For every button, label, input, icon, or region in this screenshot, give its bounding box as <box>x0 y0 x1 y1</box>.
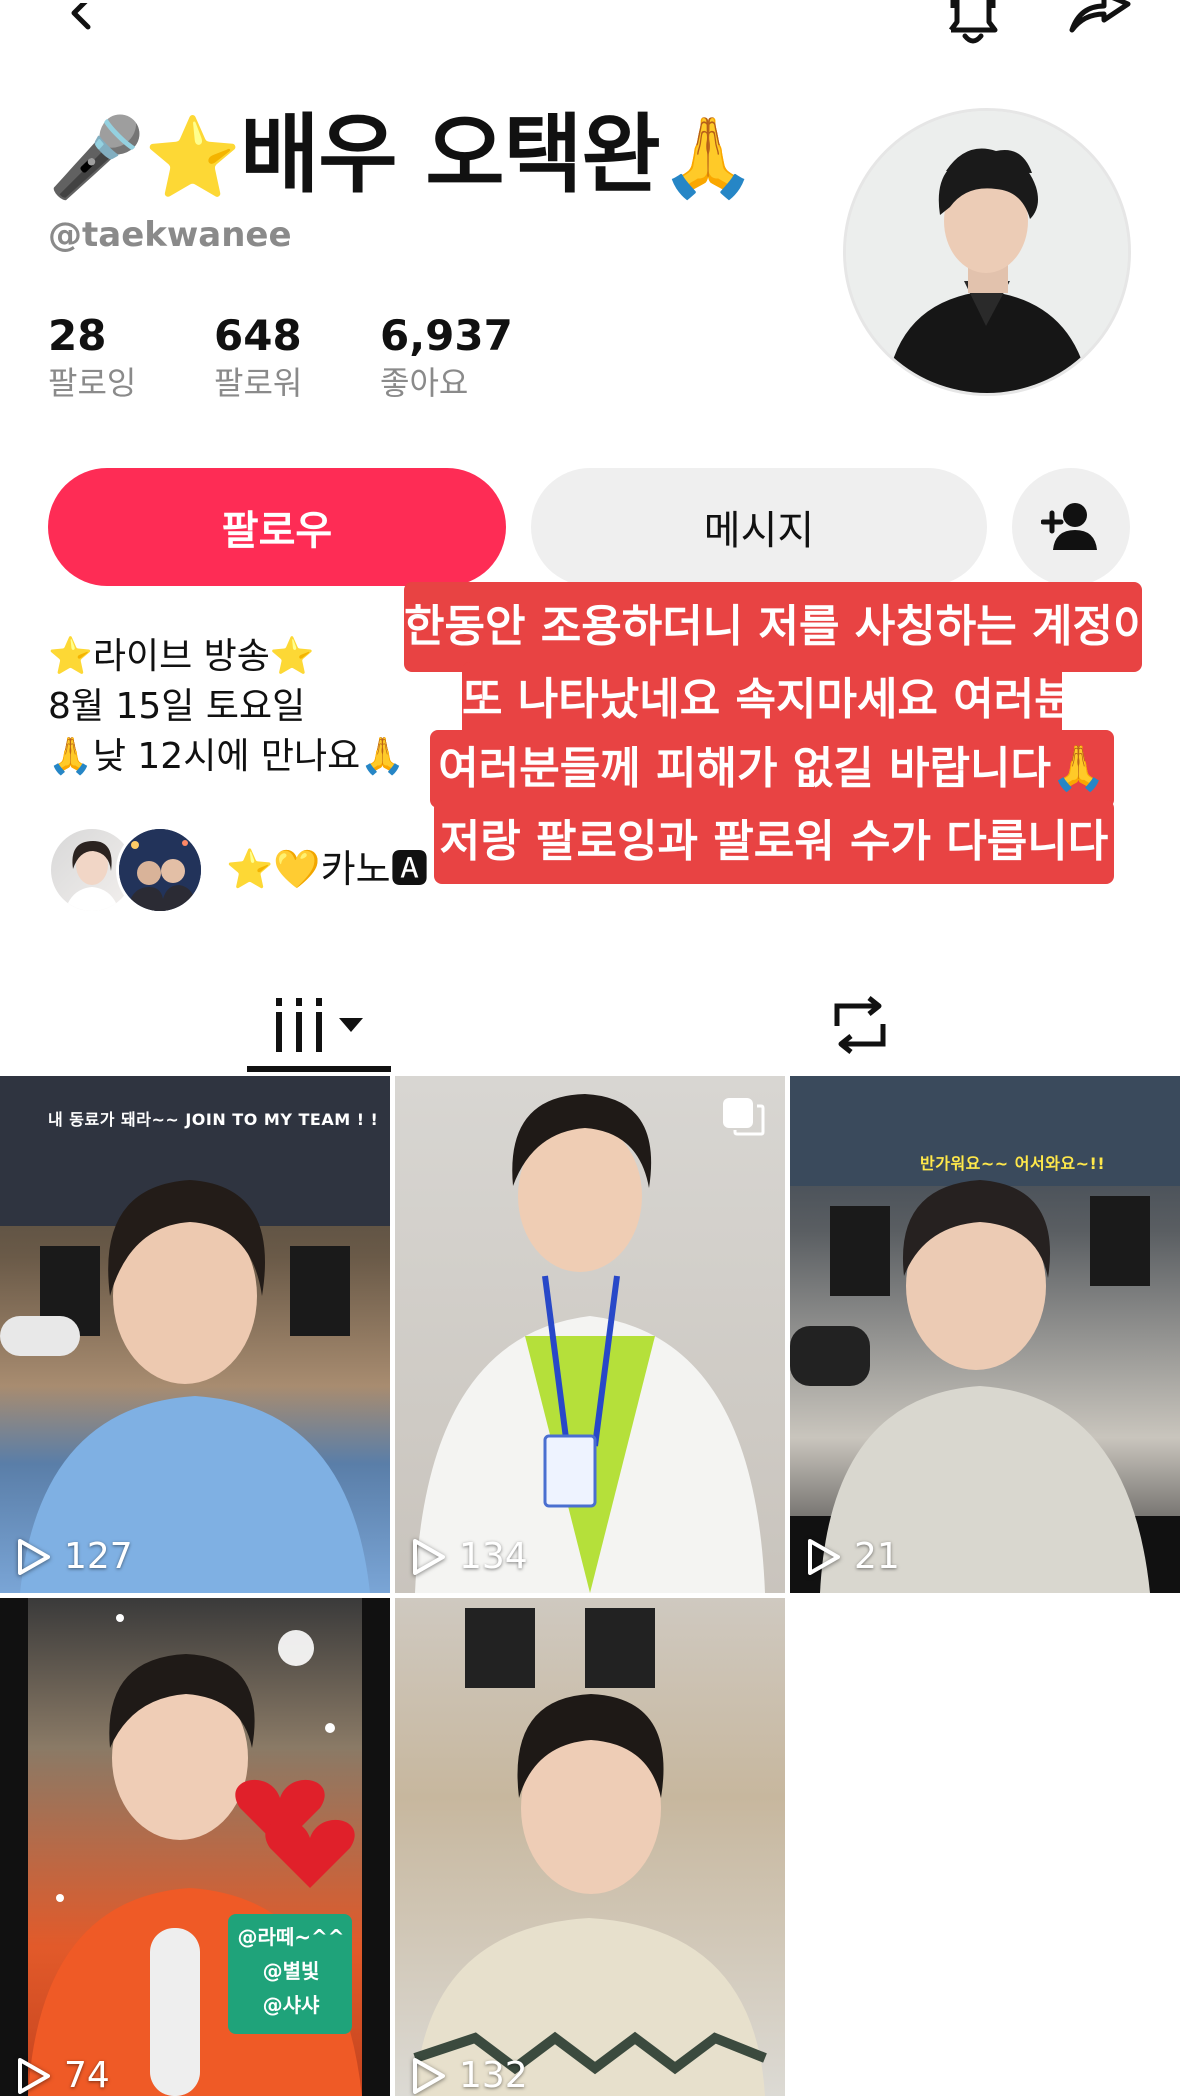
share-icon <box>1069 0 1131 33</box>
chevron-left-icon <box>71 3 91 30</box>
view-count-text: 74 <box>64 2055 110 2096</box>
notice-line: 한동안 조용하더니 저를 사칭하는 계정이 <box>404 582 1153 672</box>
video-thumbnail <box>415 1094 765 1593</box>
bell-icon <box>949 0 998 44</box>
view-count: 134 <box>411 1536 528 1577</box>
repost-icon <box>834 996 886 1054</box>
grid-columns-icon <box>276 998 322 1052</box>
likes-count: 6,937 <box>380 311 513 360</box>
view-count: 132 <box>411 2055 528 2096</box>
view-count-text: 134 <box>459 1536 528 1577</box>
view-count: 127 <box>16 1536 133 1577</box>
view-count: 74 <box>16 2055 110 2096</box>
avatar-photo <box>846 111 1128 393</box>
top-bar <box>0 0 1180 60</box>
chevron-down-icon <box>339 1018 363 1032</box>
video-caption: 반가워요~~ 어서와요~!! <box>920 1154 1106 1173</box>
message-button[interactable]: 메시지 <box>531 468 987 586</box>
bio: ⭐라이브 방송⭐ 8월 15일 토요일 🙏낮 12시에 만나요🙏 <box>48 632 405 782</box>
play-icon <box>808 1538 840 1575</box>
video-tile[interactable]: 132 <box>395 1598 785 2096</box>
person-add-icon <box>1041 503 1097 550</box>
tagged-user: @라떼~^^ <box>237 1925 345 1949</box>
multi-photo-icon <box>723 1098 765 1136</box>
video-thumbnail <box>0 1076 390 1593</box>
followers-count: 648 <box>214 311 302 360</box>
following-stat[interactable]: 28 팔로잉 <box>48 310 136 404</box>
notice-line: 저랑 팔로잉과 팔로워 수가 다릅니다 <box>434 800 1114 884</box>
display-name: 🎤⭐배우 오택완🙏 <box>48 100 757 213</box>
multi-photo-badge <box>721 1096 765 1140</box>
tagged-users: @라떼~^^ @별빛 @샤샤 <box>236 1920 346 2022</box>
video-tile[interactable]: 내 동료가 돼라~~ JOIN TO MY TEAM ! ! 127 <box>0 1076 390 1593</box>
back-button[interactable] <box>52 0 112 46</box>
friend-avatar[interactable] <box>116 826 204 914</box>
notice-line: 여러분들께 피해가 없길 바랍니다🙏 <box>430 730 1114 808</box>
tab-reposts[interactable] <box>800 980 920 1070</box>
view-count-text: 21 <box>854 1536 900 1577</box>
view-count: 21 <box>806 1536 900 1577</box>
play-icon <box>413 1538 445 1575</box>
active-tab-indicator <box>247 1066 391 1072</box>
play-icon <box>18 1538 50 1575</box>
followers-stat[interactable]: 648 팔로워 <box>214 310 302 404</box>
following-count: 28 <box>48 311 107 360</box>
bio-line: 🙏낮 12시에 만나요🙏 <box>48 736 406 777</box>
play-icon <box>18 2057 50 2094</box>
friends-text: ⭐💛카노🅰 <box>226 847 429 891</box>
view-count-text: 132 <box>459 2055 528 2096</box>
follow-button[interactable]: 팔로우 <box>48 468 506 586</box>
video-tile[interactable]: 134 <box>395 1076 785 1593</box>
likes-stat[interactable]: 6,937 좋아요 <box>380 310 513 404</box>
bio-line: 8월 15일 토요일 <box>48 686 306 727</box>
username: @taekwanee <box>48 215 292 255</box>
followers-label: 팔로워 <box>214 364 303 402</box>
video-tile[interactable]: 반가워요~~ 어서와요~!! 21 <box>790 1076 1180 1593</box>
name-emoji-right: 🙏 <box>659 113 757 203</box>
content-tabs <box>0 940 1180 1072</box>
display-name-text: 배우 오택완 <box>240 105 661 205</box>
notice-line: 또 나타났네요 속지마세요 여러분 <box>462 662 1075 738</box>
tab-videos[interactable] <box>247 980 391 1070</box>
share-button[interactable] <box>1064 0 1136 46</box>
tagged-user: @별빛 <box>262 1959 320 1983</box>
tagged-user: @샤샤 <box>262 1993 320 2017</box>
bio-line: ⭐라이브 방송⭐ <box>48 636 315 677</box>
video-thumbnail <box>413 1608 767 2096</box>
profile-avatar[interactable] <box>843 108 1131 396</box>
likes-label: 좋아요 <box>380 364 469 402</box>
play-icon <box>413 2057 445 2094</box>
following-label: 팔로잉 <box>48 364 137 402</box>
notification-bell-button[interactable] <box>940 0 1006 46</box>
name-emoji-left: 🎤⭐ <box>48 113 241 203</box>
video-caption: 내 동료가 돼라~~ JOIN TO MY TEAM ! ! <box>48 1110 379 1129</box>
view-count-text: 127 <box>64 1536 133 1577</box>
add-friend-button[interactable] <box>1012 468 1130 586</box>
video-tile[interactable]: @라떼~^^ @별빛 @샤샤 74 <box>0 1598 390 2096</box>
